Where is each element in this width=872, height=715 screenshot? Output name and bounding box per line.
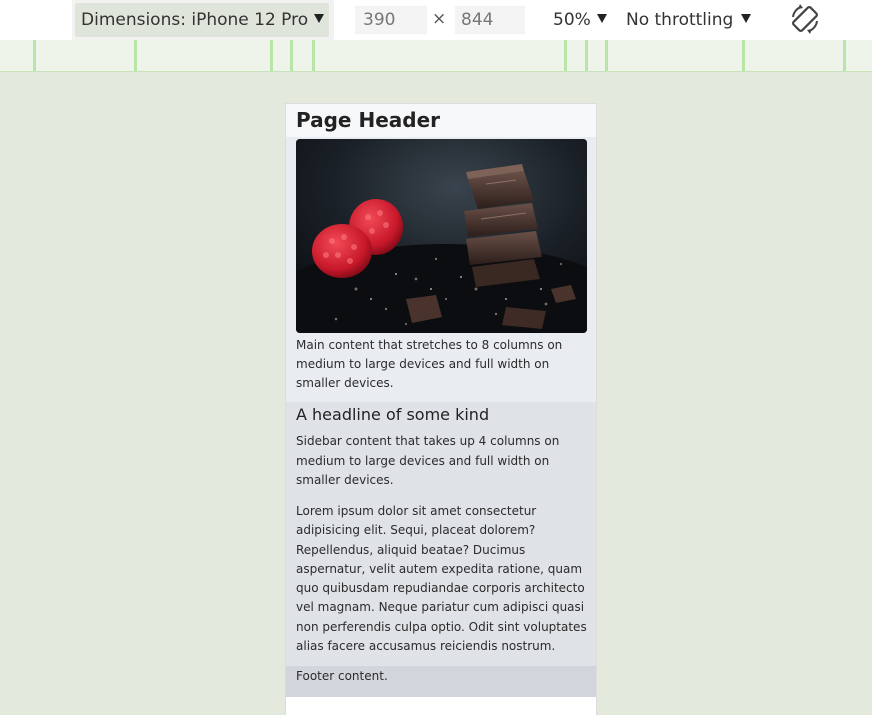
- page-footer: Footer content.: [286, 666, 596, 697]
- dimensions-dropdown-area: Dimensions: iPhone 12 Pro: [72, 0, 334, 40]
- device-viewport: Page Header Main content that stretches …: [285, 103, 597, 715]
- dimensions-dropdown[interactable]: Dimensions: iPhone 12 Pro: [75, 3, 329, 37]
- throttling-dropdown[interactable]: No throttling: [626, 0, 752, 40]
- zoom-dropdown[interactable]: 50%: [553, 0, 607, 40]
- media-query-marker[interactable]: [742, 40, 745, 71]
- hero-image: [296, 139, 587, 333]
- rotate-device-button[interactable]: [789, 3, 821, 35]
- sidebar-lorem-paragraph: Lorem ipsum dolor sit amet consectetur a…: [296, 504, 587, 654]
- media-query-marker[interactable]: [585, 40, 588, 71]
- height-input[interactable]: 844: [455, 6, 525, 34]
- chevron-down-icon: [314, 14, 325, 23]
- page-title: Page Header: [296, 108, 441, 132]
- chevron-down-icon: [596, 14, 607, 23]
- sidebar: A headline of some kind Sidebar content …: [286, 402, 596, 666]
- sidebar-headline: A headline of some kind: [296, 405, 490, 424]
- width-input[interactable]: 390: [355, 6, 427, 34]
- height-value: 844: [461, 10, 494, 30]
- media-query-marker[interactable]: [605, 40, 608, 71]
- sidebar-paragraph: Sidebar content that takes up 4 columns …: [296, 434, 560, 487]
- device-toolbar: Dimensions: iPhone 12 Pro 390 × 844 50% …: [0, 0, 872, 41]
- zoom-label: 50%: [553, 10, 591, 30]
- rotate-device-icon: [792, 4, 818, 34]
- media-query-marker[interactable]: [270, 40, 273, 71]
- dimensions-label: Dimensions: iPhone 12 Pro: [81, 10, 309, 30]
- media-query-marker[interactable]: [33, 40, 36, 71]
- page-header: Page Header: [286, 104, 596, 137]
- throttling-label: No throttling: [626, 10, 734, 30]
- dimensions-separator: ×: [432, 9, 447, 29]
- media-query-marker[interactable]: [564, 40, 567, 71]
- main-content: Main content that stretches to 8 columns…: [286, 137, 596, 402]
- width-value: 390: [363, 10, 396, 30]
- media-query-ruler[interactable]: [0, 40, 872, 72]
- media-query-marker[interactable]: [290, 40, 293, 71]
- media-query-marker[interactable]: [843, 40, 846, 71]
- media-query-marker[interactable]: [134, 40, 137, 71]
- chevron-down-icon: [741, 14, 752, 23]
- chocolate-raspberry-photo: [296, 139, 587, 333]
- main-paragraph: Main content that stretches to 8 columns…: [296, 338, 563, 390]
- footer-text: Footer content.: [296, 669, 388, 683]
- media-query-marker[interactable]: [312, 40, 315, 71]
